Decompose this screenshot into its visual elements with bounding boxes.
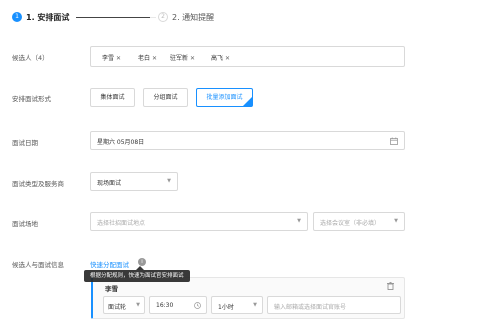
step-1-title[interactable]: 1. 安排面试 [26,12,69,23]
chevron-down-icon: ▼ [394,218,398,224]
interview-date-label: 面试日期 [12,139,38,147]
quick-assign-tooltip: 根据分配规则，快速为面试官安排面试 [84,270,190,282]
info-icon[interactable]: i [138,258,146,266]
close-icon[interactable]: ✕ [225,55,230,62]
close-icon[interactable]: ✕ [190,55,195,62]
round-select[interactable]: 面试轮 ▼ [103,296,145,314]
chevron-down-icon: ▼ [253,302,257,308]
check-icon [243,97,252,106]
time-picker[interactable]: 16:30 [149,296,207,314]
step-1-number: 1 [15,13,19,20]
batch-add-interview-button[interactable]: 批量添加面试 [196,88,253,107]
split-interview-button[interactable]: 分组面试 [143,88,188,107]
chevron-down-icon: ▼ [297,218,301,224]
candidate-tag-label: 老白 [138,55,151,62]
close-icon[interactable]: ✕ [152,55,157,62]
step-2-number: 2 [161,13,165,20]
candidates-label: 候选人（4） [12,54,49,62]
interviewer-placeholder: 输入邮箱或选择面试官账号 [274,304,347,311]
interview-form-label: 安排面试形式 [12,95,51,103]
clock-icon [194,302,201,309]
venue-site-select[interactable]: 选择社招面试地点 ▼ [90,212,308,231]
candidate-tag[interactable]: 老白 ✕ [138,53,157,62]
close-icon[interactable]: ✕ [116,55,121,62]
interview-type-select[interactable]: 现场面试 ▼ [90,172,178,191]
candidate-tag[interactable]: 驻军新 ✕ [170,53,195,62]
round-value: 面试轮 [108,304,127,311]
venue-label: 面试场地 [12,220,38,228]
step-connector [150,17,156,18]
venue-room-select[interactable]: 选择会议室（非必填） ▼ [313,212,405,231]
interview-type-value: 现场面试 [97,180,122,187]
candidate-tag[interactable]: 李雪 ✕ [102,53,121,62]
group-interview-button[interactable]: 集体面试 [90,88,135,107]
step-2-title[interactable]: 2. 通知提醒 [172,12,214,23]
batch-add-interview-label: 批量添加面试 [206,94,243,101]
interview-date-value: 星期六 05月08日 [97,139,145,146]
trash-icon[interactable] [387,282,394,290]
candidate-info-label: 候选人与面试信息 [12,261,64,269]
venue-site-placeholder: 选择社招面试地点 [97,220,146,227]
candidate-name: 李雪 [105,285,118,293]
calendar-icon [390,137,398,145]
venue-room-placeholder: 选择会议室（非必填） [320,220,381,227]
candidate-tag-label: 李雪 [102,55,115,62]
candidates-select[interactable]: 李雪 ✕ 老白 ✕ 驻军新 ✕ 高飞 ✕ [90,46,405,67]
step-2-indicator: 2 [158,12,168,22]
chevron-down-icon: ▼ [167,178,171,184]
interview-date-picker[interactable]: 星期六 05月08日 [90,131,405,150]
step-progress-line [76,17,150,18]
interview-type-label: 面试类型及服务商 [12,180,64,188]
candidate-tag-label: 驻军新 [170,55,189,62]
duration-value: 1小时 [218,304,234,311]
quick-assign-link[interactable]: 快速分配面试 [90,259,129,269]
candidate-tag-label: 高飞 [211,55,224,62]
step-1-indicator: 1 [12,12,22,22]
chevron-down-icon: ▼ [136,302,140,308]
time-value: 16:30 [156,302,174,309]
duration-select[interactable]: 1小时 ▼ [211,296,263,314]
candidate-tag[interactable]: 高飞 ✕ [211,53,230,62]
interviewer-input[interactable]: 输入邮箱或选择面试官账号 [267,296,401,314]
